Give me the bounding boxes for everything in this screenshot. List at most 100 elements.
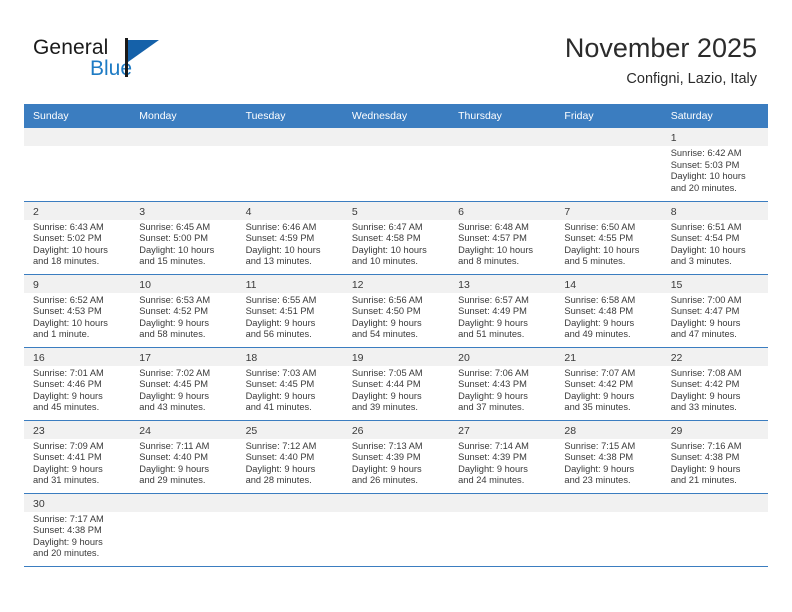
day-number: 19 <box>342 347 450 366</box>
calendar-day-cell[interactable]: 29 Sunrise: 7:16 AM Sunset: 4:38 PM Dayligh… <box>661 420 768 493</box>
daylight-text-line1: Daylight: 9 hours <box>670 463 741 474</box>
calendar-day-cell[interactable]: 5 Sunrise: 6:47 AM Sunset: 4:58 PM Daylight… <box>342 201 450 274</box>
calendar-day-cell[interactable]: 24 Sunrise: 7:11 AM Sunset: 4:40 PM Dayligh… <box>130 420 237 493</box>
daylight-text-line2: and 5 minutes. <box>564 256 626 267</box>
sunset-text: Sunset: 4:53 PM <box>33 306 102 317</box>
sunrise-text: Sunrise: 7:17 AM <box>33 513 104 524</box>
day-number: 10 <box>130 274 237 293</box>
calendar-day-cell[interactable]: 28 Sunrise: 7:15 AM Sunset: 4:38 PM Dayligh… <box>555 420 662 493</box>
calendar-day-cell[interactable]: 20 Sunrise: 7:06 AM Sunset: 4:43 PM Dayligh… <box>449 347 556 420</box>
day-cell-inner: 2 Sunrise: 6:43 AM Sunset: 5:02 PM Daylight… <box>24 201 131 274</box>
calendar-day-cell[interactable]: 22 Sunrise: 7:08 AM Sunset: 4:42 PM Dayligh… <box>661 347 768 420</box>
weekday-header-saturday: Saturday <box>661 104 768 128</box>
calendar-day-cell[interactable]: 18 Sunrise: 7:03 AM Sunset: 4:45 PM Dayligh… <box>236 347 343 420</box>
calendar-day-cell[interactable]: 8 Sunrise: 6:51 AM Sunset: 4:54 PM Daylight… <box>661 201 768 274</box>
sunrise-text: Sunrise: 6:55 AM <box>245 294 317 305</box>
day-cell-inner: 29 Sunrise: 7:16 AM Sunset: 4:38 PM Dayligh… <box>661 420 768 493</box>
daylight-text-line2: and 37 minutes. <box>458 402 525 413</box>
sunset-text: Sunset: 4:48 PM <box>564 306 634 317</box>
sunset-text: Sunset: 4:52 PM <box>139 306 209 317</box>
day-cell-inner: 17 Sunrise: 7:02 AM Sunset: 4:45 PM Dayligh… <box>130 347 237 420</box>
calendar-body: 1 Sunrise: 6:42 AM Sunset: 5:03 PM Daylight… <box>24 128 768 566</box>
weekday-header-monday: Monday <box>130 104 237 128</box>
day-cell-inner: 26 Sunrise: 7:13 AM Sunset: 4:39 PM Dayligh… <box>342 420 450 493</box>
calendar-day-cell[interactable]: 12 Sunrise: 6:56 AM Sunset: 4:50 PM Dayligh… <box>342 274 450 347</box>
calendar-grid: Sunday Monday Tuesday Wednesday Thursday… <box>24 104 768 567</box>
day-sun-details: Sunrise: 7:09 AM Sunset: 4:41 PM Daylight:… <box>24 439 130 487</box>
calendar-day-cell[interactable]: 10 Sunrise: 6:53 AM Sunset: 4:52 PM Dayligh… <box>130 274 237 347</box>
calendar-page: General Blue November 2025 Configni, Laz… <box>0 0 792 612</box>
calendar-day-cell[interactable]: 23 Sunrise: 7:09 AM Sunset: 4:41 PM Dayligh… <box>24 420 131 493</box>
day-sun-details: Sunrise: 7:03 AM Sunset: 4:45 PM Daylight:… <box>237 366 343 414</box>
calendar-day-cell[interactable]: 6 Sunrise: 6:48 AM Sunset: 4:57 PM Daylight… <box>449 201 556 274</box>
sunrise-text: Sunrise: 6:47 AM <box>351 221 423 232</box>
sunset-text: Sunset: 4:45 PM <box>245 379 315 390</box>
sunset-text: Sunset: 4:57 PM <box>458 233 527 244</box>
daylight-text-line1: Daylight: 9 hours <box>33 536 103 547</box>
day-cell-inner <box>342 493 450 566</box>
sunrise-text: Sunrise: 7:15 AM <box>564 440 636 451</box>
day-cell-inner: 14 Sunrise: 6:58 AM Sunset: 4:48 PM Dayligh… <box>555 274 662 347</box>
calendar-day-cell[interactable]: 19 Sunrise: 7:05 AM Sunset: 4:44 PM Dayligh… <box>342 347 450 420</box>
sunrise-text: Sunrise: 7:06 AM <box>458 367 529 378</box>
calendar-cell-empty <box>661 493 768 566</box>
day-cell-inner: 24 Sunrise: 7:11 AM Sunset: 4:40 PM Dayligh… <box>130 420 237 493</box>
brand-logo[interactable]: General Blue <box>33 36 233 88</box>
calendar-day-cell[interactable]: 1 Sunrise: 6:42 AM Sunset: 5:03 PM Daylight… <box>661 128 768 201</box>
day-sun-details: Sunrise: 7:08 AM Sunset: 4:42 PM Daylight:… <box>662 366 768 414</box>
blue-triangle-flag-icon <box>125 38 159 77</box>
day-cell-inner: 1 Sunrise: 6:42 AM Sunset: 5:03 PM Daylight… <box>661 128 768 201</box>
day-cell-inner: 9 Sunrise: 6:52 AM Sunset: 4:53 PM Daylight… <box>24 274 131 347</box>
daylight-text-line2: and 20 minutes. <box>670 182 737 193</box>
day-cell-inner: 23 Sunrise: 7:09 AM Sunset: 4:41 PM Dayligh… <box>24 420 131 493</box>
calendar-day-cell[interactable]: 17 Sunrise: 7:02 AM Sunset: 4:45 PM Dayligh… <box>130 347 237 420</box>
calendar-day-cell[interactable]: 26 Sunrise: 7:13 AM Sunset: 4:39 PM Dayligh… <box>342 420 450 493</box>
day-sun-details: Sunrise: 6:53 AM Sunset: 4:52 PM Daylight:… <box>130 293 236 341</box>
day-sun-details: Sunrise: 7:01 AM Sunset: 4:46 PM Daylight:… <box>24 366 130 414</box>
sunrise-text: Sunrise: 6:52 AM <box>33 294 104 305</box>
day-number: 24 <box>130 420 237 439</box>
sunrise-text: Sunrise: 6:43 AM <box>33 221 104 232</box>
calendar-day-cell[interactable]: 27 Sunrise: 7:14 AM Sunset: 4:39 PM Dayligh… <box>449 420 556 493</box>
calendar-day-cell[interactable]: 25 Sunrise: 7:12 AM Sunset: 4:40 PM Dayligh… <box>236 420 343 493</box>
day-cell-inner <box>24 128 131 201</box>
daylight-text-line1: Daylight: 10 hours <box>564 244 640 255</box>
calendar-day-cell[interactable]: 13 Sunrise: 6:57 AM Sunset: 4:49 PM Dayligh… <box>449 274 556 347</box>
weekday-header-tuesday: Tuesday <box>236 104 343 128</box>
calendar-day-cell[interactable]: 11 Sunrise: 6:55 AM Sunset: 4:51 PM Dayligh… <box>236 274 343 347</box>
sunrise-text: Sunrise: 7:00 AM <box>670 294 742 305</box>
day-sun-details: Sunrise: 6:57 AM Sunset: 4:49 PM Daylight:… <box>449 293 555 341</box>
daylight-text-line2: and 54 minutes. <box>351 329 418 340</box>
daylight-text-line2: and 21 minutes. <box>670 475 737 486</box>
calendar-day-cell[interactable]: 16 Sunrise: 7:01 AM Sunset: 4:46 PM Dayligh… <box>24 347 131 420</box>
daylight-text-line1: Daylight: 9 hours <box>458 463 528 474</box>
daylight-text-line2: and 49 minutes. <box>564 329 631 340</box>
calendar-day-cell[interactable]: 3 Sunrise: 6:45 AM Sunset: 5:00 PM Daylight… <box>130 201 237 274</box>
sunrise-text: Sunrise: 7:14 AM <box>458 440 529 451</box>
calendar-day-cell[interactable]: 30 Sunrise: 7:17 AM Sunset: 4:38 PM Dayligh… <box>24 493 131 566</box>
calendar-day-cell[interactable]: 14 Sunrise: 6:58 AM Sunset: 4:48 PM Dayligh… <box>555 274 662 347</box>
weekday-header-thursday: Thursday <box>449 104 556 128</box>
day-number: 11 <box>236 274 343 293</box>
day-sun-details: Sunrise: 7:11 AM Sunset: 4:40 PM Daylight:… <box>130 439 236 487</box>
day-sun-details: Sunrise: 6:48 AM Sunset: 4:57 PM Daylight:… <box>449 220 555 268</box>
day-sun-details: Sunrise: 6:58 AM Sunset: 4:48 PM Daylight:… <box>555 293 661 341</box>
calendar-day-cell[interactable]: 21 Sunrise: 7:07 AM Sunset: 4:42 PM Dayligh… <box>555 347 662 420</box>
daylight-text-line1: Daylight: 9 hours <box>351 317 422 328</box>
sunrise-text: Sunrise: 7:01 AM <box>33 367 104 378</box>
daylight-text-line1: Daylight: 9 hours <box>564 390 635 401</box>
day-cell-inner: 5 Sunrise: 6:47 AM Sunset: 4:58 PM Daylight… <box>342 201 450 274</box>
day-sun-details: Sunrise: 7:17 AM Sunset: 4:38 PM Daylight:… <box>24 512 130 560</box>
calendar-day-cell[interactable]: 2 Sunrise: 6:43 AM Sunset: 5:02 PM Daylight… <box>24 201 131 274</box>
sunset-text: Sunset: 4:38 PM <box>33 525 102 536</box>
calendar-day-cell[interactable]: 7 Sunrise: 6:50 AM Sunset: 4:55 PM Daylight… <box>555 201 662 274</box>
sunrise-text: Sunrise: 7:13 AM <box>351 440 423 451</box>
daylight-text-line1: Daylight: 10 hours <box>351 244 427 255</box>
calendar-week-row: 23 Sunrise: 7:09 AM Sunset: 4:41 PM Dayligh… <box>24 420 768 493</box>
calendar-day-cell[interactable]: 15 Sunrise: 7:00 AM Sunset: 4:47 PM Dayligh… <box>661 274 768 347</box>
calendar-day-cell[interactable]: 9 Sunrise: 6:52 AM Sunset: 4:53 PM Daylight… <box>24 274 131 347</box>
sunset-text: Sunset: 4:49 PM <box>458 306 527 317</box>
calendar-day-cell[interactable]: 4 Sunrise: 6:46 AM Sunset: 4:59 PM Daylight… <box>236 201 343 274</box>
day-sun-details: Sunrise: 7:13 AM Sunset: 4:39 PM Daylight:… <box>343 439 449 487</box>
day-cell-inner: 12 Sunrise: 6:56 AM Sunset: 4:50 PM Dayligh… <box>342 274 450 347</box>
